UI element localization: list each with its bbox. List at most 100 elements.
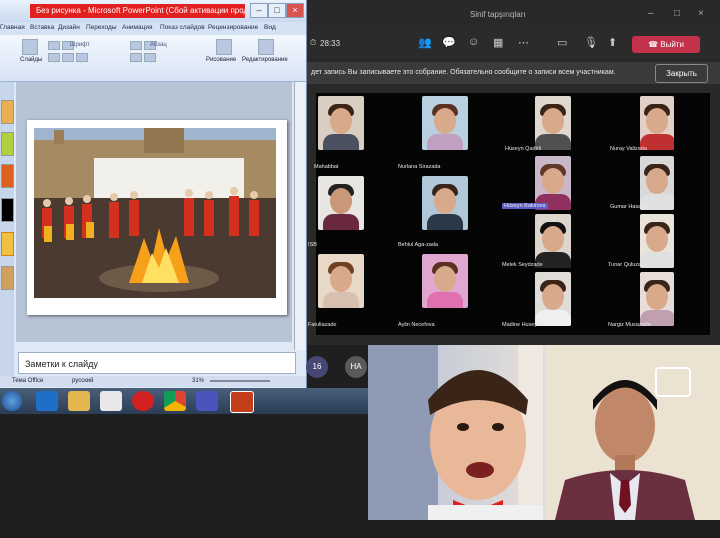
tab-view[interactable]: Вид	[264, 24, 276, 31]
participant-name: Nuray Valizada	[610, 146, 647, 152]
tab-review[interactable]: Рецензирование	[208, 24, 258, 31]
file-explorer-icon[interactable]	[68, 391, 90, 411]
theme-status: Тема Office	[12, 378, 44, 384]
teams-icon[interactable]	[196, 391, 218, 411]
drawing-label: Рисование	[206, 57, 237, 63]
teams-window-title: Sinif tapşırıqları	[470, 10, 526, 19]
leave-button[interactable]: ☎ Выйти	[632, 36, 700, 53]
notes-field[interactable]: Заметки к слайду	[18, 352, 296, 374]
slide-photo	[34, 128, 276, 298]
teacher-video-frame	[545, 345, 720, 520]
opera-icon[interactable]	[132, 391, 154, 411]
participant-tile[interactable]	[318, 96, 364, 150]
teams-minimize-icon[interactable]: –	[648, 8, 654, 19]
maximize-button[interactable]: □	[268, 3, 286, 18]
zoom-slider[interactable]	[210, 380, 270, 382]
editing-button[interactable]	[258, 39, 274, 55]
taskbar	[0, 388, 370, 414]
participant-name-highlighted: Hüseyn Bakirova	[502, 203, 548, 209]
participant-name: Behlul Aga-zada	[398, 242, 439, 248]
participant-tile[interactable]	[535, 96, 571, 150]
participant-tile[interactable]	[535, 156, 571, 210]
participant-tile[interactable]	[422, 176, 468, 230]
participant-tile[interactable]	[640, 96, 674, 150]
tab-animation[interactable]: Анимация	[122, 24, 153, 31]
participant-name: Nargiz Musazade	[608, 322, 651, 328]
align-left-button[interactable]	[130, 53, 142, 62]
minimize-button[interactable]: –	[250, 3, 268, 18]
participant-tile[interactable]	[640, 156, 674, 210]
media-player-icon[interactable]	[100, 391, 122, 411]
leave-icon: ☎	[648, 40, 661, 49]
participant-tile[interactable]	[318, 176, 364, 230]
close-button[interactable]: ×	[286, 3, 304, 18]
font-family-dropdown[interactable]	[48, 41, 60, 50]
start-button[interactable]	[2, 391, 22, 411]
participant-name: Nurlana Sirazada	[398, 164, 441, 170]
editing-label: Редактирование	[242, 57, 288, 63]
powerpoint-icon[interactable]	[230, 391, 254, 413]
language-status: русский	[72, 378, 94, 384]
meeting-timer: 28:33	[320, 39, 341, 48]
overflow-count-badge[interactable]: 16	[306, 356, 328, 378]
tab-home[interactable]: Главная	[0, 24, 25, 31]
participant-tile[interactable]	[318, 254, 364, 308]
rooms-icon[interactable]: ▦	[493, 36, 503, 49]
italic-button[interactable]	[62, 53, 74, 62]
student-video-frame	[368, 345, 543, 520]
participant-name: Melek Seydzade	[502, 262, 543, 268]
participant-tile[interactable]	[422, 96, 468, 150]
ribbon-tabs: Главная Вставка Дизайн Переходы Анимация…	[0, 22, 306, 35]
participant-name: Mahabbat	[314, 164, 339, 170]
underline-button[interactable]	[76, 53, 88, 62]
slide-thumbnail[interactable]	[1, 164, 14, 188]
new-slide-button[interactable]	[22, 39, 38, 55]
tab-design[interactable]: Дизайн	[58, 24, 80, 31]
initials-avatar[interactable]: НА	[345, 356, 367, 378]
participant-name: ISB	[308, 242, 317, 248]
ppt-title-text: Без рисунка - Microsoft PowerPoint (Сбой…	[30, 4, 245, 18]
participant-name: Fatullazade	[308, 322, 337, 328]
teams-maximize-icon[interactable]: □	[674, 8, 680, 19]
chrome-icon[interactable]	[164, 391, 186, 411]
drawing-button[interactable]	[216, 39, 232, 55]
camera-icon[interactable]	[655, 367, 691, 397]
slide-thumbnail[interactable]	[1, 132, 14, 156]
participant-tile[interactable]	[640, 272, 674, 326]
recording-text: дет запись Вы записываете это собрание. …	[311, 69, 616, 76]
video-feed-teacher[interactable]	[545, 345, 720, 520]
slide-thumbnail[interactable]	[1, 266, 14, 290]
participant-name: Aylin Necefova	[398, 322, 435, 328]
font-group-label: Шрифт	[70, 42, 90, 48]
participant-tile[interactable]	[422, 254, 468, 308]
leave-label: Выйти	[660, 40, 684, 49]
bullets-button[interactable]	[130, 41, 142, 50]
participant-name: Hüseyn Qadirli	[505, 146, 542, 152]
tab-slideshow[interactable]: Показ слайдов	[160, 24, 205, 31]
internet-explorer-icon[interactable]	[36, 391, 58, 411]
participant-tile[interactable]	[535, 214, 571, 268]
slide-thumbnails	[0, 82, 14, 382]
participant-tile[interactable]	[535, 272, 571, 326]
camera-off-icon[interactable]: ▭	[557, 36, 567, 49]
participants-icon[interactable]: 👥	[418, 36, 432, 49]
bold-button[interactable]	[48, 53, 60, 62]
mic-icon[interactable]: 🎙	[584, 36, 598, 49]
reactions-icon[interactable]: ☺	[468, 36, 479, 48]
share-screen-icon[interactable]: ⬆	[608, 36, 617, 49]
tab-transitions[interactable]: Переходы	[86, 24, 117, 31]
slides-label: Слайды	[20, 57, 43, 63]
align-center-button[interactable]	[144, 53, 156, 62]
teams-close-icon[interactable]: ×	[698, 8, 704, 19]
vertical-scrollbar[interactable]	[294, 82, 305, 350]
chat-icon[interactable]: 💬	[442, 36, 456, 49]
tab-insert[interactable]: Вставка	[30, 24, 54, 31]
participant-tile[interactable]	[640, 214, 674, 268]
recording-close-button[interactable]: Закрыть	[655, 64, 708, 83]
slide-thumbnail[interactable]	[1, 232, 14, 256]
slide-thumbnail[interactable]	[1, 100, 14, 124]
more-icon[interactable]: ⋯	[518, 36, 529, 49]
video-feed-student[interactable]	[368, 345, 543, 520]
participant-name: Tunar Quluzade	[608, 262, 648, 268]
slide-thumbnail[interactable]	[1, 198, 14, 222]
